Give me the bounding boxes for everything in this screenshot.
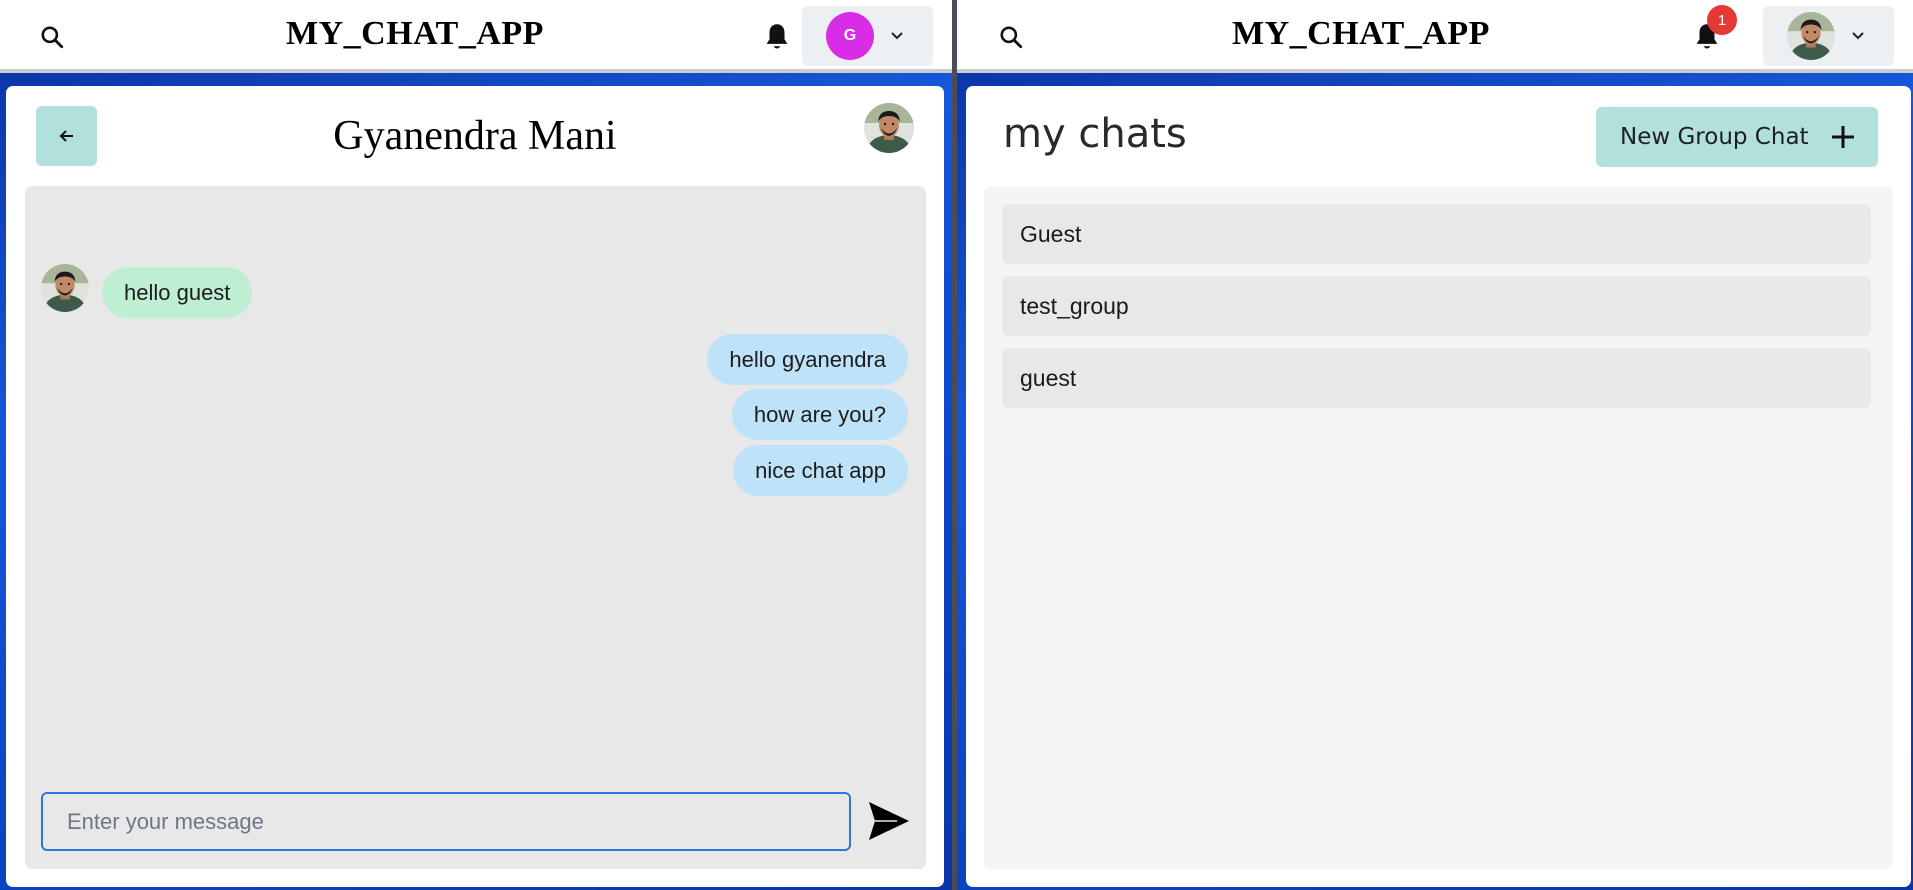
left-chat-window: MY_CHAT_APP G Gyanendra Mani hello guest…: [0, 0, 952, 890]
send-icon[interactable]: [867, 800, 911, 842]
avatar: G: [826, 12, 874, 60]
message-list[interactable]: hello guest hello gyanendra how are you?…: [25, 186, 926, 869]
chat-title: Gyanendra Mani: [333, 113, 617, 159]
plus-icon: [1832, 126, 1854, 148]
avatar: [41, 264, 89, 312]
chat-list-item[interactable]: Guest: [1002, 204, 1871, 264]
message-bubble-incoming: hello guest: [102, 267, 253, 318]
message-input[interactable]: [41, 792, 851, 851]
top-bar: MY_CHAT_APP 1: [957, 0, 1913, 73]
app-title: MY_CHAT_APP: [1232, 15, 1490, 52]
message-bubble-outgoing: hello gyanendra: [707, 334, 908, 385]
avatar: [1787, 12, 1835, 60]
chevron-down-icon: [1852, 32, 1864, 40]
top-bar: MY_CHAT_APP G: [0, 0, 952, 73]
chat-list-item[interactable]: guest: [1002, 348, 1871, 408]
right-chat-window: MY_CHAT_APP 1 my chats New Group Chat Gu…: [957, 0, 1913, 890]
message-bubble-outgoing: how are you?: [731, 389, 908, 440]
notification-badge: 1: [1707, 5, 1737, 35]
my-chats-panel: my chats New Group Chat Guest test_group…: [966, 86, 1911, 887]
chevron-down-icon: [891, 32, 903, 40]
profile-avatar[interactable]: [864, 103, 914, 153]
chat-list: Guest test_group guest: [984, 186, 1893, 869]
new-group-chat-label: New Group Chat: [1620, 124, 1809, 150]
search-icon[interactable]: [36, 21, 68, 53]
message-bubble-outgoing: nice chat app: [733, 445, 908, 496]
new-group-chat-button[interactable]: New Group Chat: [1596, 107, 1878, 167]
user-menu-button[interactable]: G: [802, 6, 933, 66]
chat-list-item[interactable]: test_group: [1002, 276, 1871, 336]
app-title: MY_CHAT_APP: [286, 15, 544, 52]
chat-panel: Gyanendra Mani hello guest hello gyanend…: [6, 86, 944, 887]
user-menu-button[interactable]: [1763, 6, 1894, 66]
search-icon[interactable]: [995, 21, 1027, 53]
bell-icon[interactable]: [760, 20, 794, 54]
page-title: my chats: [1003, 111, 1187, 157]
